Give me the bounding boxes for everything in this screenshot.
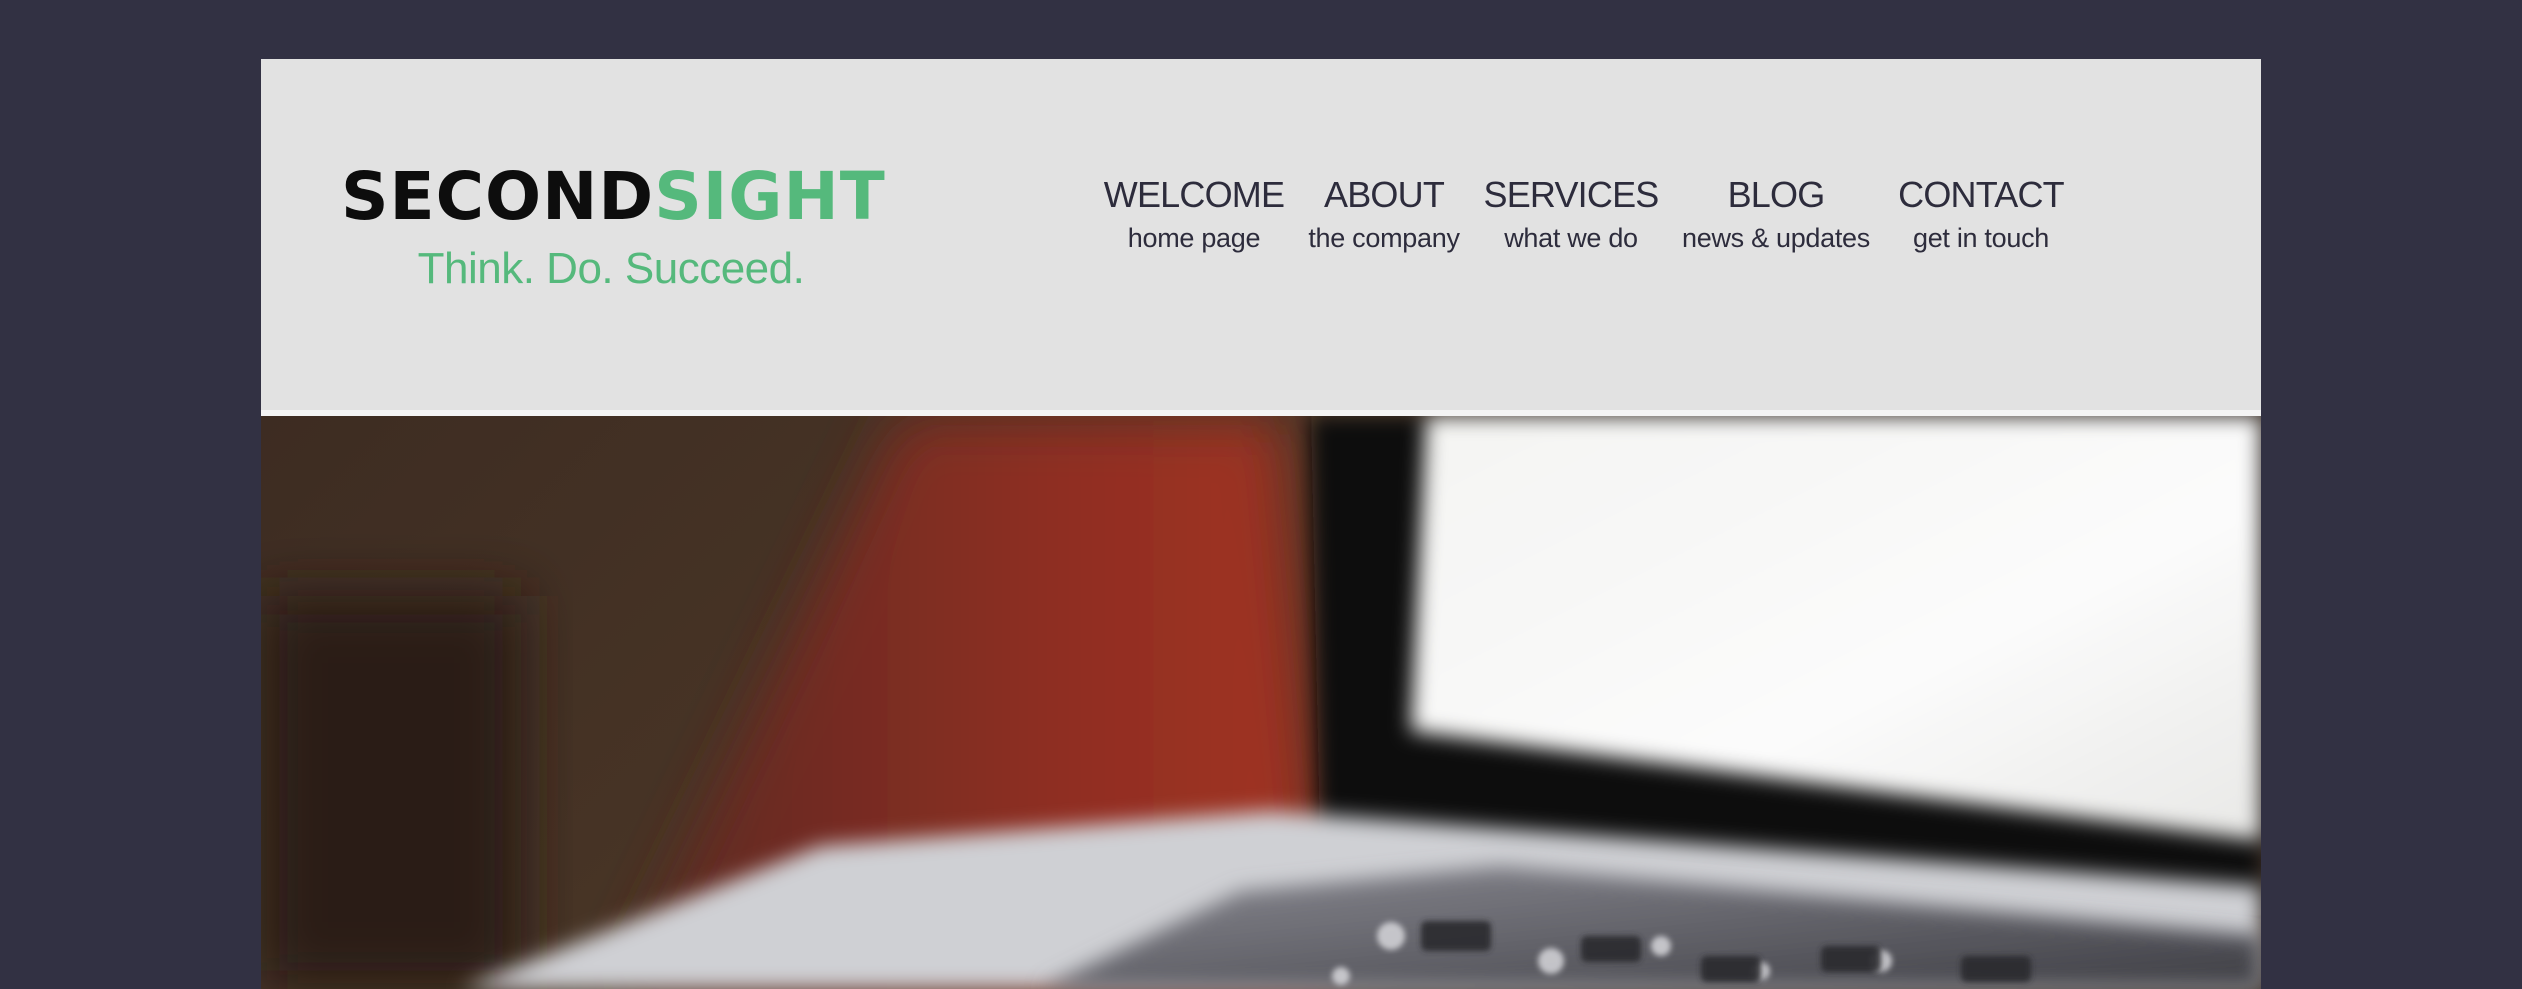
laptop-photo-graphic xyxy=(261,416,2261,989)
nav-item-about[interactable]: ABOUT the company xyxy=(1308,174,1460,253)
nav-item-sublabel: home page xyxy=(1127,223,1261,253)
nav-item-label: CONTACT xyxy=(1898,174,2065,215)
site-header: SECONDSIGHT Think. Do. Succeed. WELCOME … xyxy=(261,59,2261,410)
nav-item-sublabel: what we do xyxy=(1504,223,1638,253)
nav-item-label: ABOUT xyxy=(1323,174,1445,215)
nav-item-services[interactable]: SERVICES what we do xyxy=(1483,174,1659,253)
page-container: SECONDSIGHT Think. Do. Succeed. WELCOME … xyxy=(261,59,2261,989)
nav-item-sublabel: the company xyxy=(1308,223,1460,253)
nav-item-label: SERVICES xyxy=(1483,174,1659,215)
nav-item-label: BLOG xyxy=(1727,174,1826,215)
hero-image xyxy=(261,416,2261,989)
nav-item-sublabel: get in touch xyxy=(1912,223,2049,253)
main-nav: WELCOME home page ABOUT the company SERV… xyxy=(261,177,2261,277)
nav-item-label: WELCOME xyxy=(1103,174,1285,215)
nav-item-contact[interactable]: CONTACT get in touch xyxy=(1898,174,2065,253)
nav-item-welcome[interactable]: WELCOME home page xyxy=(1103,174,1285,253)
nav-item-blog[interactable]: BLOG news & updates xyxy=(1682,177,1870,252)
nav-item-sublabel: news & updates xyxy=(1682,223,1870,253)
